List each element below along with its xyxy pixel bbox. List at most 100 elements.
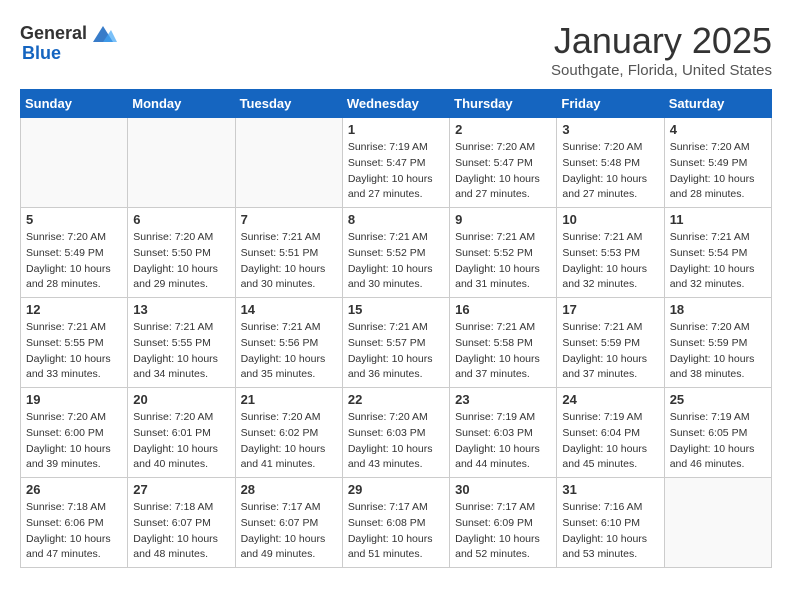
day-info: Sunrise: 7:20 AMSunset: 5:50 PMDaylight:… xyxy=(133,230,229,293)
calendar-cell: 6 Sunrise: 7:20 AMSunset: 5:50 PMDaylight… xyxy=(128,208,235,298)
calendar-cell: 30 Sunrise: 7:17 AMSunset: 6:09 PMDayligh… xyxy=(450,478,557,568)
day-info: Sunrise: 7:21 AMSunset: 5:59 PMDaylight:… xyxy=(562,320,658,383)
calendar-cell: 12 Sunrise: 7:21 AMSunset: 5:55 PMDayligh… xyxy=(21,298,128,388)
day-number: 27 xyxy=(133,482,229,497)
day-info: Sunrise: 7:20 AMSunset: 5:49 PMDaylight:… xyxy=(26,230,122,293)
logo: General Blue xyxy=(20,20,117,64)
calendar-cell: 3 Sunrise: 7:20 AMSunset: 5:48 PMDaylight… xyxy=(557,118,664,208)
day-info: Sunrise: 7:21 AMSunset: 5:52 PMDaylight:… xyxy=(348,230,444,293)
day-number: 5 xyxy=(26,212,122,227)
day-number: 4 xyxy=(670,122,766,137)
calendar-cell: 10 Sunrise: 7:21 AMSunset: 5:53 PMDayligh… xyxy=(557,208,664,298)
day-info: Sunrise: 7:20 AMSunset: 5:48 PMDaylight:… xyxy=(562,140,658,203)
day-number: 15 xyxy=(348,302,444,317)
calendar-cell: 19 Sunrise: 7:20 AMSunset: 6:00 PMDayligh… xyxy=(21,388,128,478)
calendar-cell: 8 Sunrise: 7:21 AMSunset: 5:52 PMDaylight… xyxy=(342,208,449,298)
day-number: 19 xyxy=(26,392,122,407)
day-number: 1 xyxy=(348,122,444,137)
calendar-cell xyxy=(664,478,771,568)
day-number: 11 xyxy=(670,212,766,227)
day-info: Sunrise: 7:21 AMSunset: 5:55 PMDaylight:… xyxy=(133,320,229,383)
calendar-cell: 5 Sunrise: 7:20 AMSunset: 5:49 PMDaylight… xyxy=(21,208,128,298)
day-info: Sunrise: 7:19 AMSunset: 5:47 PMDaylight:… xyxy=(348,140,444,203)
calendar-cell: 16 Sunrise: 7:21 AMSunset: 5:58 PMDayligh… xyxy=(450,298,557,388)
day-info: Sunrise: 7:17 AMSunset: 6:07 PMDaylight:… xyxy=(241,500,337,563)
day-info: Sunrise: 7:20 AMSunset: 6:03 PMDaylight:… xyxy=(348,410,444,473)
calendar-cell: 17 Sunrise: 7:21 AMSunset: 5:59 PMDayligh… xyxy=(557,298,664,388)
day-info: Sunrise: 7:21 AMSunset: 5:53 PMDaylight:… xyxy=(562,230,658,293)
calendar-cell: 2 Sunrise: 7:20 AMSunset: 5:47 PMDaylight… xyxy=(450,118,557,208)
day-number: 22 xyxy=(348,392,444,407)
day-number: 17 xyxy=(562,302,658,317)
day-info: Sunrise: 7:19 AMSunset: 6:03 PMDaylight:… xyxy=(455,410,551,473)
day-info: Sunrise: 7:18 AMSunset: 6:07 PMDaylight:… xyxy=(133,500,229,563)
calendar-cell: 22 Sunrise: 7:20 AMSunset: 6:03 PMDayligh… xyxy=(342,388,449,478)
calendar-cell: 13 Sunrise: 7:21 AMSunset: 5:55 PMDayligh… xyxy=(128,298,235,388)
calendar-cell: 4Sunrise: 7:20 AMSunset: 5:49 PMDaylight… xyxy=(664,118,771,208)
day-number: 24 xyxy=(562,392,658,407)
day-number: 20 xyxy=(133,392,229,407)
week-row-1: 1 Sunrise: 7:19 AMSunset: 5:47 PMDaylight… xyxy=(21,118,772,208)
day-number: 26 xyxy=(26,482,122,497)
calendar-header-row: SundayMondayTuesdayWednesdayThursdayFrid… xyxy=(21,90,772,118)
day-number: 16 xyxy=(455,302,551,317)
day-number: 14 xyxy=(241,302,337,317)
day-info: Sunrise: 7:17 AMSunset: 6:08 PMDaylight:… xyxy=(348,500,444,563)
logo-blue-text: Blue xyxy=(22,44,117,64)
day-number: 3 xyxy=(562,122,658,137)
calendar-header: General Blue January 2025 Southgate, Flo… xyxy=(20,20,772,79)
calendar-cell: 24 Sunrise: 7:19 AMSunset: 6:04 PMDayligh… xyxy=(557,388,664,478)
calendar-body: 1 Sunrise: 7:19 AMSunset: 5:47 PMDaylight… xyxy=(21,118,772,568)
calendar-cell: 18Sunrise: 7:20 AMSunset: 5:59 PMDayligh… xyxy=(664,298,771,388)
calendar-title: January 2025 xyxy=(551,20,772,62)
calendar-cell: 14 Sunrise: 7:21 AMSunset: 5:56 PMDayligh… xyxy=(235,298,342,388)
week-row-4: 19 Sunrise: 7:20 AMSunset: 6:00 PMDayligh… xyxy=(21,388,772,478)
day-number: 6 xyxy=(133,212,229,227)
day-info: Sunrise: 7:18 AMSunset: 6:06 PMDaylight:… xyxy=(26,500,122,563)
day-header-thursday: Thursday xyxy=(450,90,557,118)
day-number: 9 xyxy=(455,212,551,227)
calendar-table: SundayMondayTuesdayWednesdayThursdayFrid… xyxy=(20,89,772,568)
day-number: 31 xyxy=(562,482,658,497)
calendar-cell: 28 Sunrise: 7:17 AMSunset: 6:07 PMDayligh… xyxy=(235,478,342,568)
day-number: 30 xyxy=(455,482,551,497)
day-info: Sunrise: 7:21 AMSunset: 5:51 PMDaylight:… xyxy=(241,230,337,293)
day-header-sunday: Sunday xyxy=(21,90,128,118)
day-header-friday: Friday xyxy=(557,90,664,118)
calendar-cell: 21 Sunrise: 7:20 AMSunset: 6:02 PMDayligh… xyxy=(235,388,342,478)
day-info: Sunrise: 7:21 AMSunset: 5:55 PMDaylight:… xyxy=(26,320,122,383)
calendar-cell: 27 Sunrise: 7:18 AMSunset: 6:07 PMDayligh… xyxy=(128,478,235,568)
day-info: Sunrise: 7:19 AMSunset: 6:04 PMDaylight:… xyxy=(562,410,658,473)
day-info: Sunrise: 7:21 AMSunset: 5:57 PMDaylight:… xyxy=(348,320,444,383)
day-number: 8 xyxy=(348,212,444,227)
day-number: 13 xyxy=(133,302,229,317)
day-number: 21 xyxy=(241,392,337,407)
day-number: 10 xyxy=(562,212,658,227)
calendar-cell: 31Sunrise: 7:16 AMSunset: 6:10 PMDayligh… xyxy=(557,478,664,568)
calendar-cell: 25Sunrise: 7:19 AMSunset: 6:05 PMDayligh… xyxy=(664,388,771,478)
day-info: Sunrise: 7:17 AMSunset: 6:09 PMDaylight:… xyxy=(455,500,551,563)
day-number: 12 xyxy=(26,302,122,317)
day-number: 28 xyxy=(241,482,337,497)
calendar-cell: 20 Sunrise: 7:20 AMSunset: 6:01 PMDayligh… xyxy=(128,388,235,478)
calendar-cell: 7Sunrise: 7:21 AMSunset: 5:51 PMDaylight… xyxy=(235,208,342,298)
calendar-cell: 11Sunrise: 7:21 AMSunset: 5:54 PMDayligh… xyxy=(664,208,771,298)
day-info: Sunrise: 7:20 AMSunset: 5:47 PMDaylight:… xyxy=(455,140,551,203)
day-info: Sunrise: 7:20 AMSunset: 6:00 PMDaylight:… xyxy=(26,410,122,473)
day-number: 25 xyxy=(670,392,766,407)
calendar-cell: 29Sunrise: 7:17 AMSunset: 6:08 PMDayligh… xyxy=(342,478,449,568)
calendar-cell: 15 Sunrise: 7:21 AMSunset: 5:57 PMDayligh… xyxy=(342,298,449,388)
calendar-cell: 1 Sunrise: 7:19 AMSunset: 5:47 PMDaylight… xyxy=(342,118,449,208)
week-row-2: 5 Sunrise: 7:20 AMSunset: 5:49 PMDaylight… xyxy=(21,208,772,298)
day-info: Sunrise: 7:20 AMSunset: 6:01 PMDaylight:… xyxy=(133,410,229,473)
day-info: Sunrise: 7:21 AMSunset: 5:56 PMDaylight:… xyxy=(241,320,337,383)
calendar-cell xyxy=(21,118,128,208)
week-row-3: 12 Sunrise: 7:21 AMSunset: 5:55 PMDayligh… xyxy=(21,298,772,388)
calendar-subtitle: Southgate, Florida, United States xyxy=(551,62,772,79)
day-info: Sunrise: 7:21 AMSunset: 5:52 PMDaylight:… xyxy=(455,230,551,293)
day-info: Sunrise: 7:20 AMSunset: 6:02 PMDaylight:… xyxy=(241,410,337,473)
day-number: 2 xyxy=(455,122,551,137)
day-header-tuesday: Tuesday xyxy=(235,90,342,118)
day-info: Sunrise: 7:21 AMSunset: 5:58 PMDaylight:… xyxy=(455,320,551,383)
title-block: January 2025 Southgate, Florida, United … xyxy=(551,20,772,79)
